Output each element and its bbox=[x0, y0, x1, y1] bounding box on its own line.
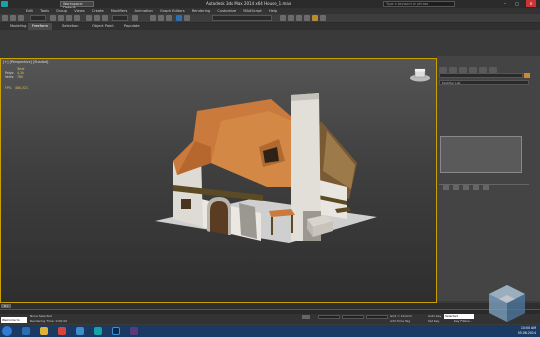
selection-filter-dropdown[interactable] bbox=[30, 15, 46, 21]
window-crossing-icon[interactable] bbox=[74, 15, 80, 21]
make-unique-icon[interactable] bbox=[463, 185, 469, 190]
time-slider[interactable]: 0 / 100 bbox=[1, 304, 11, 312]
ie-icon[interactable] bbox=[22, 327, 30, 335]
auto-key-button[interactable]: Auto Key bbox=[428, 314, 441, 318]
workspace-dropdown[interactable]: Workspace: Default bbox=[60, 1, 94, 10]
ribbon-tabs: Modeling Freeform Selection Object Paint… bbox=[0, 23, 540, 30]
grid-readout: Grid = 10,0cm bbox=[390, 314, 412, 318]
door bbox=[209, 199, 229, 235]
start-button[interactable] bbox=[2, 326, 12, 336]
windows-taskbar: 10:00 AM 05.06.2014 bbox=[0, 325, 540, 337]
configure-modifier-sets-icon[interactable] bbox=[483, 185, 489, 190]
add-time-tag-button[interactable]: Add Time Tag bbox=[390, 319, 410, 323]
perspective-viewport[interactable]: [+] [Perspective] [Shaded] Total Polys: 4… bbox=[0, 58, 437, 303]
rotate-icon[interactable] bbox=[94, 15, 100, 21]
render-setup-icon[interactable] bbox=[304, 15, 310, 21]
move-icon[interactable] bbox=[86, 15, 92, 21]
link-icon[interactable] bbox=[18, 15, 24, 21]
material-editor-icon[interactable] bbox=[296, 15, 302, 21]
z-coordinate-field[interactable] bbox=[366, 315, 388, 319]
show-end-result-icon[interactable] bbox=[453, 185, 459, 190]
chrome-icon[interactable] bbox=[76, 327, 84, 335]
y-coordinate-field[interactable] bbox=[342, 315, 364, 319]
curve-editor-icon[interactable] bbox=[280, 15, 286, 21]
reference-coordinate-dropdown[interactable] bbox=[112, 15, 128, 21]
mirror-icon[interactable] bbox=[176, 15, 182, 21]
modifier-stack[interactable] bbox=[440, 136, 522, 173]
render-time-status: Rendering Time: 0:00:00 bbox=[30, 319, 68, 323]
viewcube-icon[interactable] bbox=[409, 67, 431, 83]
select-object-icon[interactable] bbox=[50, 15, 56, 21]
3dsmax-taskbar-icon[interactable] bbox=[94, 327, 102, 335]
title-bar: Workspace: Default Autodesk 3ds Max 2014… bbox=[0, 0, 540, 10]
object-color-swatch[interactable] bbox=[524, 73, 530, 78]
redo-icon[interactable] bbox=[10, 15, 16, 21]
snap-icon[interactable] bbox=[150, 15, 156, 21]
photoshop-icon[interactable] bbox=[112, 327, 120, 335]
maximize-button[interactable]: □ bbox=[512, 0, 522, 7]
tab-freeform[interactable]: Freeform bbox=[28, 23, 53, 30]
x-coordinate-field[interactable] bbox=[318, 315, 340, 319]
close-button[interactable]: ✕ bbox=[526, 0, 536, 7]
tab-object-paint[interactable]: Object Paint bbox=[88, 23, 118, 30]
pin-stack-icon[interactable] bbox=[443, 185, 449, 190]
main-toolbar bbox=[0, 14, 540, 23]
object-name-field[interactable] bbox=[439, 73, 523, 78]
remove-modifier-icon[interactable] bbox=[473, 185, 479, 190]
lock-selection-icon[interactable] bbox=[302, 315, 310, 319]
pivot-icon[interactable] bbox=[132, 15, 138, 21]
fps-readout: FPS: 480,321 bbox=[5, 86, 29, 90]
divider bbox=[439, 184, 529, 185]
ribbon-panel bbox=[0, 30, 540, 56]
house-model[interactable] bbox=[151, 91, 391, 281]
schematic-view-icon[interactable] bbox=[288, 15, 294, 21]
select-by-name-icon[interactable] bbox=[58, 15, 64, 21]
minimize-button[interactable]: – bbox=[500, 0, 510, 7]
command-panel: Modifier List bbox=[437, 56, 540, 301]
3dsmax-logo-icon bbox=[489, 285, 525, 322]
stone-corner bbox=[239, 203, 257, 239]
explorer-icon[interactable] bbox=[40, 327, 48, 335]
tab-modeling[interactable]: Modeling bbox=[6, 23, 30, 30]
selection-status: None Selected bbox=[30, 314, 52, 318]
tab-populate[interactable]: Populate bbox=[120, 23, 144, 30]
stack-buttons bbox=[443, 175, 523, 190]
rectangular-selection-icon[interactable] bbox=[66, 15, 72, 21]
search-input[interactable]: Type a keyword or phrase bbox=[383, 1, 455, 7]
viewport-label[interactable]: [+] [Perspective] [Shaded] bbox=[3, 60, 48, 64]
render-icon[interactable] bbox=[320, 15, 326, 21]
named-selection-sets-dropdown[interactable] bbox=[212, 15, 272, 21]
premiere-icon[interactable] bbox=[130, 327, 138, 335]
maxscript-listener[interactable]: Welcome to MAX bbox=[1, 317, 27, 328]
window-title: Autodesk 3ds Max 2014 x64 House_1.max bbox=[206, 1, 292, 6]
status-bar: Welcome to MAX None Selected Rendering T… bbox=[0, 314, 540, 328]
render-frame-icon[interactable] bbox=[312, 15, 318, 21]
app-icon[interactable] bbox=[1, 1, 8, 7]
angle-snap-icon[interactable] bbox=[158, 15, 164, 21]
set-key-button[interactable]: Set Key bbox=[428, 319, 439, 323]
media-player-icon[interactable] bbox=[58, 327, 66, 335]
system-clock: 10:00 AM 05.06.2014 bbox=[517, 326, 536, 335]
statistics-overlay: Total Polys: 4,3k Verts: 760 bbox=[5, 67, 25, 80]
command-panel-tabs bbox=[439, 58, 529, 73]
key-filters-button[interactable]: Key Filters... bbox=[454, 319, 472, 323]
scale-icon[interactable] bbox=[102, 15, 108, 21]
window-left bbox=[181, 199, 191, 209]
tab-selection[interactable]: Selection bbox=[58, 23, 83, 30]
modifier-list-dropdown[interactable]: Modifier List bbox=[439, 80, 529, 85]
align-icon[interactable] bbox=[184, 15, 190, 21]
percent-snap-icon[interactable] bbox=[166, 15, 172, 21]
undo-icon[interactable] bbox=[2, 15, 8, 21]
